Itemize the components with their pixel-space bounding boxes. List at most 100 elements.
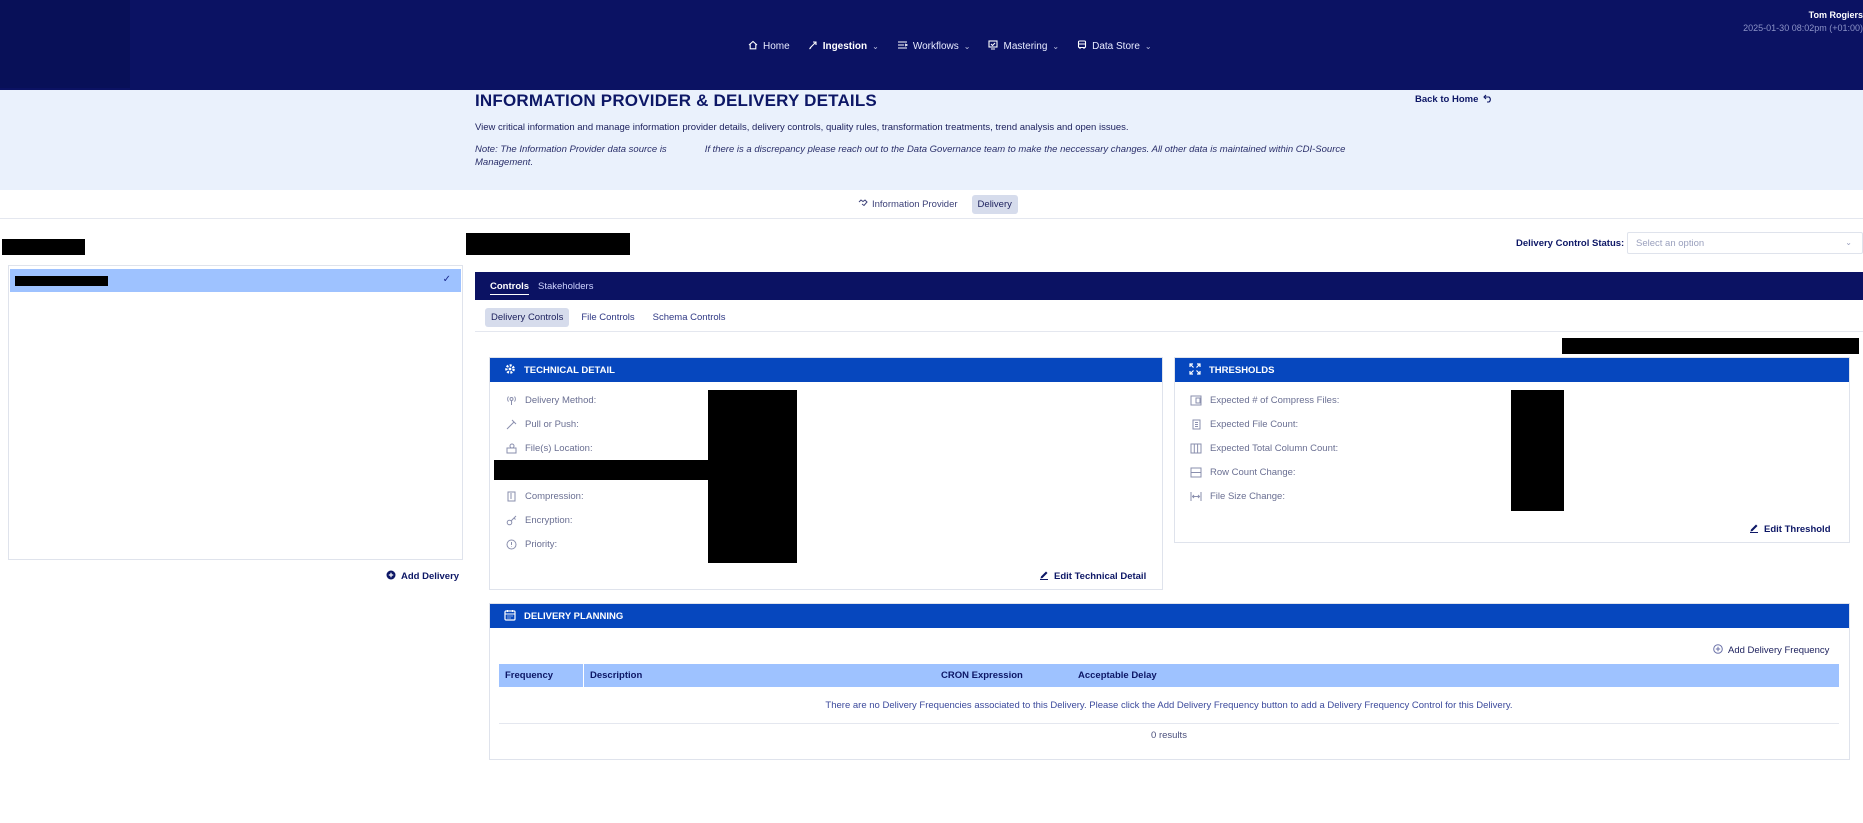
column-divider [583, 664, 584, 687]
field-label: File Size Change: [1210, 490, 1285, 502]
redacted-technical-values [708, 390, 797, 563]
pencil-icon [1749, 523, 1759, 536]
col-description[interactable]: Description [590, 670, 642, 681]
user-name: Tom Rogiers [1808, 10, 1863, 20]
file-zip-icon [505, 490, 517, 502]
table-divider [499, 723, 1839, 724]
nav-label: Workflows [912, 41, 959, 52]
delivery-method-row: Delivery Method: [505, 394, 596, 406]
back-home-label: Back to Home [1415, 94, 1479, 105]
delivery-list: ✓ [8, 265, 463, 560]
alert-circle-icon [505, 538, 517, 550]
chevron-down-icon: ⌄ [872, 42, 879, 51]
calendar-icon [504, 609, 516, 624]
field-label: File(s) Location: [525, 442, 593, 454]
nav-item-workflows[interactable]: Workflows ⌄ [897, 40, 971, 53]
app-logo[interactable] [0, 0, 130, 88]
edit-technical-detail-button[interactable]: Edit Technical Detail [1039, 570, 1146, 583]
delivery-control-status-label: Delivery Control Status: [1516, 238, 1625, 249]
chevron-down-icon: ⌄ [1845, 238, 1852, 247]
controls-sub-tabs: Delivery Controls File Controls Schema C… [485, 308, 732, 327]
workflows-icon [897, 40, 909, 53]
tab-information-provider[interactable]: Information Provider [852, 195, 964, 214]
compression-row: Compression: [505, 490, 584, 502]
add-delivery-button[interactable]: Add Delivery [386, 570, 459, 583]
plus-circle-icon [386, 570, 396, 583]
col-acceptable-delay[interactable]: Acceptable Delay [1078, 670, 1157, 681]
tab-delivery-controls[interactable]: Delivery Controls [485, 308, 570, 327]
pencil-icon [1039, 570, 1049, 583]
tab-controls[interactable]: Controls [490, 281, 530, 295]
field-label: Compression: [525, 490, 584, 502]
expected-file-count-row: Expected File Count: [1190, 418, 1298, 430]
redacted-location-value [494, 460, 708, 480]
nav-item-mastering[interactable]: Mastering ⌄ [988, 40, 1059, 53]
empty-table-message: There are no Delivery Frequencies associ… [825, 700, 1513, 711]
field-label: Expected Total Column Count: [1210, 442, 1339, 454]
user-info[interactable]: Tom Rogiers 2025-01-30 08:02pm (+01:00) [1743, 10, 1863, 33]
controls-tab-bar: Controls Stakeholders [475, 272, 1863, 300]
edit-threshold-button[interactable]: Edit Threshold [1749, 523, 1831, 536]
card-title: DELIVERY PLANNING [524, 610, 624, 622]
redacted-threshold-values [1511, 390, 1564, 511]
back-to-home-link[interactable]: Back to Home [1415, 93, 1493, 106]
file-stack-icon [1190, 394, 1202, 406]
add-delivery-frequency-button[interactable]: Add Delivery Frequency [1713, 644, 1829, 657]
expand-icon [1189, 362, 1201, 378]
handshake-icon [858, 199, 868, 210]
thresholds-header: THRESHOLDS [1175, 358, 1849, 382]
rows-icon [1190, 466, 1202, 478]
delivery-control-status-select[interactable]: Select an option ⌄ [1627, 232, 1863, 254]
note-text-1: Note: The Information Provider data sour… [475, 144, 667, 155]
home-icon [748, 40, 758, 53]
files-location-row: File(s) Location: [505, 442, 593, 454]
edit-label: Edit Technical Detail [1054, 571, 1147, 582]
nav-item-home[interactable]: Home [748, 40, 790, 53]
nav-label: Home [763, 41, 790, 52]
chevron-down-icon: ⌄ [963, 42, 971, 51]
main-nav: Home Ingestion ⌄ Workflows ⌄ Mastering ⌄ [748, 40, 1152, 53]
field-label: Row Count Change: [1210, 466, 1296, 478]
tab-stakeholders[interactable]: Stakeholders [538, 281, 593, 292]
tab-label: Delivery [977, 199, 1012, 210]
redacted-delivery-title [466, 233, 630, 255]
field-label: Priority: [525, 538, 558, 550]
col-cron-expression[interactable]: CRON Expression [941, 670, 1023, 681]
mastering-icon [988, 40, 999, 53]
field-label: Encryption: [525, 514, 573, 526]
gear-icon [504, 363, 516, 378]
field-label: Delivery Method: [525, 394, 597, 406]
edit-label: Edit Threshold [1764, 524, 1831, 535]
thresholds-card: THRESHOLDS Expected # of Compress Files:… [1174, 357, 1850, 543]
field-label: Expected # of Compress Files: [1210, 394, 1340, 406]
results-count: 0 results [1151, 730, 1187, 741]
add-frequency-label: Add Delivery Frequency [1728, 645, 1830, 656]
row-count-change-row: Row Count Change: [1190, 466, 1296, 478]
expected-total-column-count-row: Expected Total Column Count: [1190, 442, 1338, 454]
nav-label: Ingestion [822, 41, 868, 52]
col-frequency[interactable]: Frequency [505, 670, 553, 681]
ingestion-icon [808, 40, 818, 53]
tab-delivery[interactable]: Delivery [971, 195, 1018, 214]
chevron-down-icon: ⌄ [1052, 42, 1060, 51]
nav-item-data-store[interactable]: Data Store ⌄ [1077, 40, 1152, 53]
tab-file-controls[interactable]: File Controls [575, 308, 640, 327]
plus-circle-icon [1713, 644, 1723, 657]
nav-item-ingestion[interactable]: Ingestion ⌄ [808, 40, 879, 53]
columns-icon [1190, 442, 1202, 454]
page-header-band [0, 90, 1863, 190]
tab-schema-controls[interactable]: Schema Controls [647, 308, 732, 327]
check-icon: ✓ [442, 274, 451, 285]
tab-label: Information Provider [872, 199, 958, 210]
delivery-list-item[interactable]: ✓ [10, 269, 461, 292]
redacted-provider-name [2, 239, 85, 255]
wand-icon [505, 418, 517, 430]
field-label: Expected File Count: [1210, 418, 1299, 430]
width-arrows-icon [1190, 490, 1202, 502]
card-title: THRESHOLDS [1209, 364, 1275, 376]
undo-arrow-icon [1483, 93, 1493, 106]
page-note: Note: The Information Provider data sour… [475, 143, 1365, 169]
field-label: Pull or Push: [525, 418, 579, 430]
section-divider [0, 218, 1863, 219]
section-tabs: Information Provider Delivery [852, 195, 1018, 214]
